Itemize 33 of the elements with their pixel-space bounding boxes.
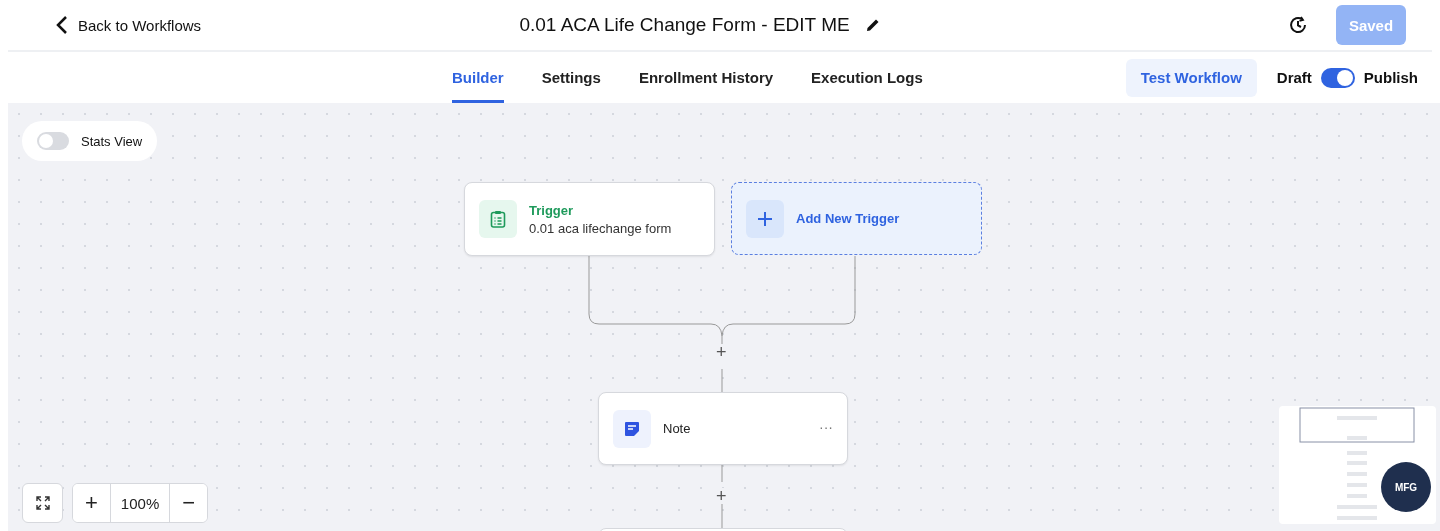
add-step-button[interactable]: + (714, 344, 729, 360)
note-icon (613, 409, 651, 448)
stats-view-label: Stats View (81, 133, 143, 149)
test-workflow-button[interactable]: Test Workflow (1125, 58, 1257, 97)
publish-label: Publish (1363, 69, 1418, 86)
back-link[interactable]: Back to Workflows (56, 15, 202, 35)
chevron-left-icon (56, 15, 68, 35)
stats-view-toggle[interactable] (37, 132, 69, 150)
minimap[interactable] (1279, 406, 1436, 524)
workflow-title: 0.01 ACA Life Change Form - EDIT ME (519, 14, 850, 36)
clipboard-icon (479, 200, 517, 238)
pencil-icon[interactable] (865, 18, 880, 32)
zoom-level: 100% (109, 484, 171, 522)
add-step-button[interactable]: + (714, 488, 729, 504)
connector-line (721, 464, 723, 483)
publish-toggle[interactable] (1320, 67, 1355, 88)
plus-icon (746, 199, 784, 238)
tab[interactable]: Execution Logs (811, 52, 923, 103)
fit-view-button[interactable] (22, 483, 63, 523)
tab[interactable]: Settings (541, 52, 601, 103)
history-icon[interactable] (1288, 15, 1308, 35)
more-menu-button[interactable]: ··· (819, 419, 833, 435)
add-trigger-node[interactable]: Add New Trigger (731, 182, 982, 255)
add-trigger-label: Add New Trigger (796, 211, 900, 226)
trigger-node[interactable]: Trigger 0.01 aca lifechange form (464, 182, 715, 256)
expand-icon (34, 495, 51, 511)
node-description: 0.01 aca lifechange form (529, 220, 672, 236)
draft-label: Draft (1276, 69, 1312, 86)
note-node[interactable]: Note ··· (598, 392, 848, 465)
connector-line (721, 368, 723, 393)
node-type-label: Trigger (529, 202, 575, 218)
node-type-label: Note (663, 421, 691, 436)
tab[interactable]: Enrollment History (638, 52, 774, 103)
